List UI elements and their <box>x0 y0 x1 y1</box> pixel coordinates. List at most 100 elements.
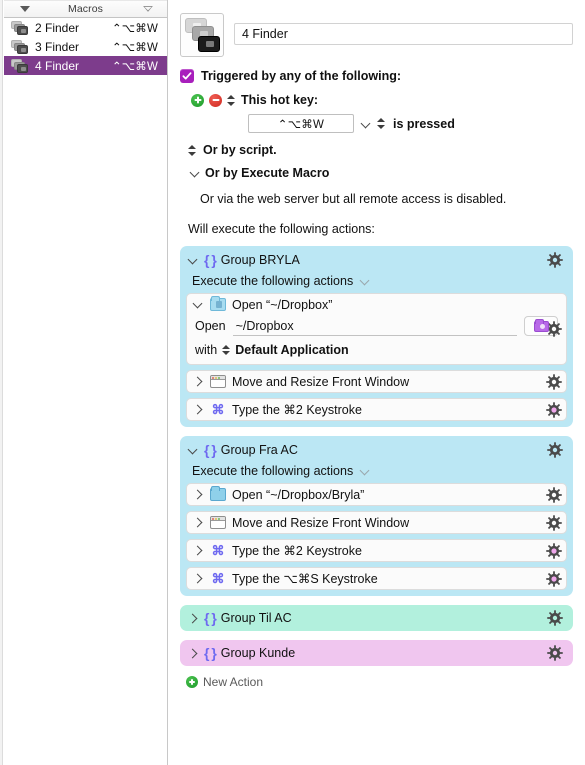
action-header[interactable]: Move and Resize Front Window <box>187 371 566 392</box>
gear-icon[interactable] <box>547 610 563 626</box>
action-header[interactable]: ⌘ Type the ⌘2 Keystroke <box>187 540 566 561</box>
action-title: Move and Resize Front Window <box>232 515 410 530</box>
chevron-down-icon[interactable] <box>360 278 369 285</box>
remove-trigger-button[interactable] <box>209 93 222 107</box>
or-by-execute-macro-row[interactable]: Or by Execute Macro <box>180 166 573 180</box>
chevron-down-icon[interactable] <box>361 121 370 127</box>
action-type-keystroke[interactable]: ⌘ Type the ⌥⌘S Keystroke <box>186 567 567 590</box>
disclosure-open-icon[interactable] <box>188 445 199 456</box>
action-move-resize-window[interactable]: Move and Resize Front Window <box>186 511 567 534</box>
chevron-down-icon[interactable] <box>190 170 199 176</box>
action-group-bryla[interactable]: { } Group BRYLA Execute the following ac… <box>180 246 573 427</box>
or-by-script-label: Or by script. <box>203 143 277 157</box>
open-path-input[interactable]: ~/Dropbox <box>232 316 517 336</box>
macro-icon-well[interactable] <box>180 13 224 57</box>
macro-list-item[interactable]: 3 Finder ⌃⌥⌘W <box>4 37 167 56</box>
gear-icon[interactable] <box>546 486 562 503</box>
macros-sidebar: Macros 2 Finder ⌃⌥⌘W 3 Finder ⌃⌥⌘W 4 Fin… <box>0 0 168 765</box>
group-execute-row[interactable]: Execute the following actions <box>186 464 567 478</box>
macro-list-item[interactable]: 2 Finder ⌃⌥⌘W <box>4 18 167 37</box>
window-icon <box>210 375 226 388</box>
or-by-script-row[interactable]: Or by script. <box>180 143 573 157</box>
trigger-type-stepper-icon[interactable] <box>227 94 236 107</box>
macro-name: 4 Finder <box>35 58 80 73</box>
gear-icon[interactable] <box>547 645 563 661</box>
disclosure-closed-icon[interactable] <box>193 545 204 556</box>
hotkey-condition-label: is pressed <box>393 116 455 131</box>
disclosure-closed-icon[interactable] <box>188 613 199 624</box>
action-move-resize-window[interactable]: Move and Resize Front Window <box>186 370 567 393</box>
action-header[interactable]: Open “~/Dropbox” <box>187 294 566 337</box>
group-braces-icon: { } <box>204 252 217 268</box>
group-header[interactable]: { } Group Fra AC <box>186 441 567 459</box>
action-header[interactable]: Open “~/Dropbox/Bryla” <box>187 484 566 505</box>
macro-list-item-selected[interactable]: 4 Finder ⌃⌥⌘W <box>4 56 167 75</box>
hotkey-value: ⌃⌥⌘W <box>277 118 325 131</box>
folder-icon <box>210 486 226 501</box>
group-title: Group Til AC <box>220 611 292 625</box>
gear-icon[interactable] <box>547 252 563 268</box>
macro-title-row: 4 Finder <box>180 13 573 57</box>
group-header[interactable]: { } Group BRYLA <box>186 251 567 269</box>
folder-icon <box>210 296 226 311</box>
macro-name: 3 Finder <box>35 39 80 54</box>
action-open-dropbox[interactable]: Open “~/Dropbox” Open ~/Dropbox with Def… <box>186 293 567 365</box>
disclosure-open-icon[interactable] <box>193 299 204 310</box>
disclosure-closed-icon[interactable] <box>188 648 199 659</box>
macro-list: 2 Finder ⌃⌥⌘W 3 Finder ⌃⌥⌘W 4 Finder ⌃⌥⌘… <box>4 18 167 75</box>
hotkey-input[interactable]: ⌃⌥⌘W <box>248 114 354 133</box>
disclosure-closed-icon[interactable] <box>193 404 204 415</box>
disclosure-closed-icon[interactable] <box>193 376 204 387</box>
group-braces-icon: { } <box>204 442 217 458</box>
with-stepper-icon[interactable] <box>222 344 231 356</box>
group-execute-row[interactable]: Execute the following actions <box>186 274 567 288</box>
hotkey-condition-stepper-icon[interactable] <box>377 117 386 130</box>
disclosure-closed-icon[interactable] <box>193 517 204 528</box>
gear-icon[interactable] <box>546 570 562 587</box>
web-server-note-row: Or via the web server but all remote acc… <box>180 190 573 208</box>
add-trigger-button[interactable] <box>191 93 204 107</box>
macro-name: 2 Finder <box>35 20 80 35</box>
group-title: Group Fra AC <box>220 443 298 457</box>
group-braces-icon: { } <box>204 645 217 661</box>
gear-icon[interactable] <box>546 514 562 531</box>
disclosure-closed-icon[interactable] <box>193 489 204 500</box>
action-header[interactable]: ⌘ Type the ⌘2 Keystroke <box>187 399 566 420</box>
disclosure-closed-icon[interactable] <box>193 573 204 584</box>
gear-icon[interactable] <box>546 373 562 390</box>
macro-name-input[interactable]: 4 Finder <box>234 23 573 45</box>
group-title: Group Kunde <box>220 646 296 660</box>
action-header[interactable]: ⌘ Type the ⌥⌘S Keystroke <box>187 568 566 589</box>
group-title: Group BRYLA <box>220 253 300 267</box>
action-header[interactable]: Move and Resize Front Window <box>187 512 566 533</box>
gear-icon[interactable] <box>546 542 562 559</box>
plus-circle-icon[interactable] <box>186 676 198 688</box>
action-open-dropbox-bryla[interactable]: Open “~/Dropbox/Bryla” <box>186 483 567 506</box>
chevron-down-icon[interactable] <box>360 468 369 475</box>
sort-outline-icon[interactable] <box>143 6 153 12</box>
trigger-enabled-label: Triggered by any of the following: <box>201 69 402 83</box>
macros-column-header[interactable]: Macros <box>4 0 167 18</box>
action-group-fra-ac[interactable]: { } Group Fra AC Execute the following a… <box>180 436 573 596</box>
macro-hotkey: ⌃⌥⌘W <box>111 41 158 54</box>
action-type-keystroke[interactable]: ⌘ Type the ⌘2 Keystroke <box>186 398 567 421</box>
new-action-button[interactable]: New Action <box>180 675 573 689</box>
sort-descending-icon[interactable] <box>20 6 30 12</box>
new-action-label: New Action <box>203 675 264 689</box>
disclosure-open-icon[interactable] <box>188 255 199 266</box>
action-type-keystroke[interactable]: ⌘ Type the ⌘2 Keystroke <box>186 539 567 562</box>
macro-name-value: 4 Finder <box>242 27 288 41</box>
action-group-til-ac[interactable]: { } Group Til AC <box>180 605 573 631</box>
hotkey-value-row: ⌃⌥⌘W is pressed <box>180 114 573 133</box>
group-header[interactable]: { } Group Til AC <box>186 609 567 627</box>
group-header[interactable]: { } Group Kunde <box>186 644 567 662</box>
gear-icon[interactable] <box>547 442 563 458</box>
script-trigger-stepper-icon[interactable] <box>188 144 197 157</box>
action-title: Type the ⌥⌘S Keystroke <box>232 572 378 586</box>
action-title: Open “~/Dropbox/Bryla” <box>232 487 365 502</box>
action-title: Open “~/Dropbox” <box>232 297 333 312</box>
trigger-enabled-checkbox[interactable] <box>180 69 194 83</box>
action-group-kunde[interactable]: { } Group Kunde <box>180 640 573 666</box>
gear-icon[interactable] <box>546 401 562 418</box>
open-field-label: Open <box>195 319 226 333</box>
